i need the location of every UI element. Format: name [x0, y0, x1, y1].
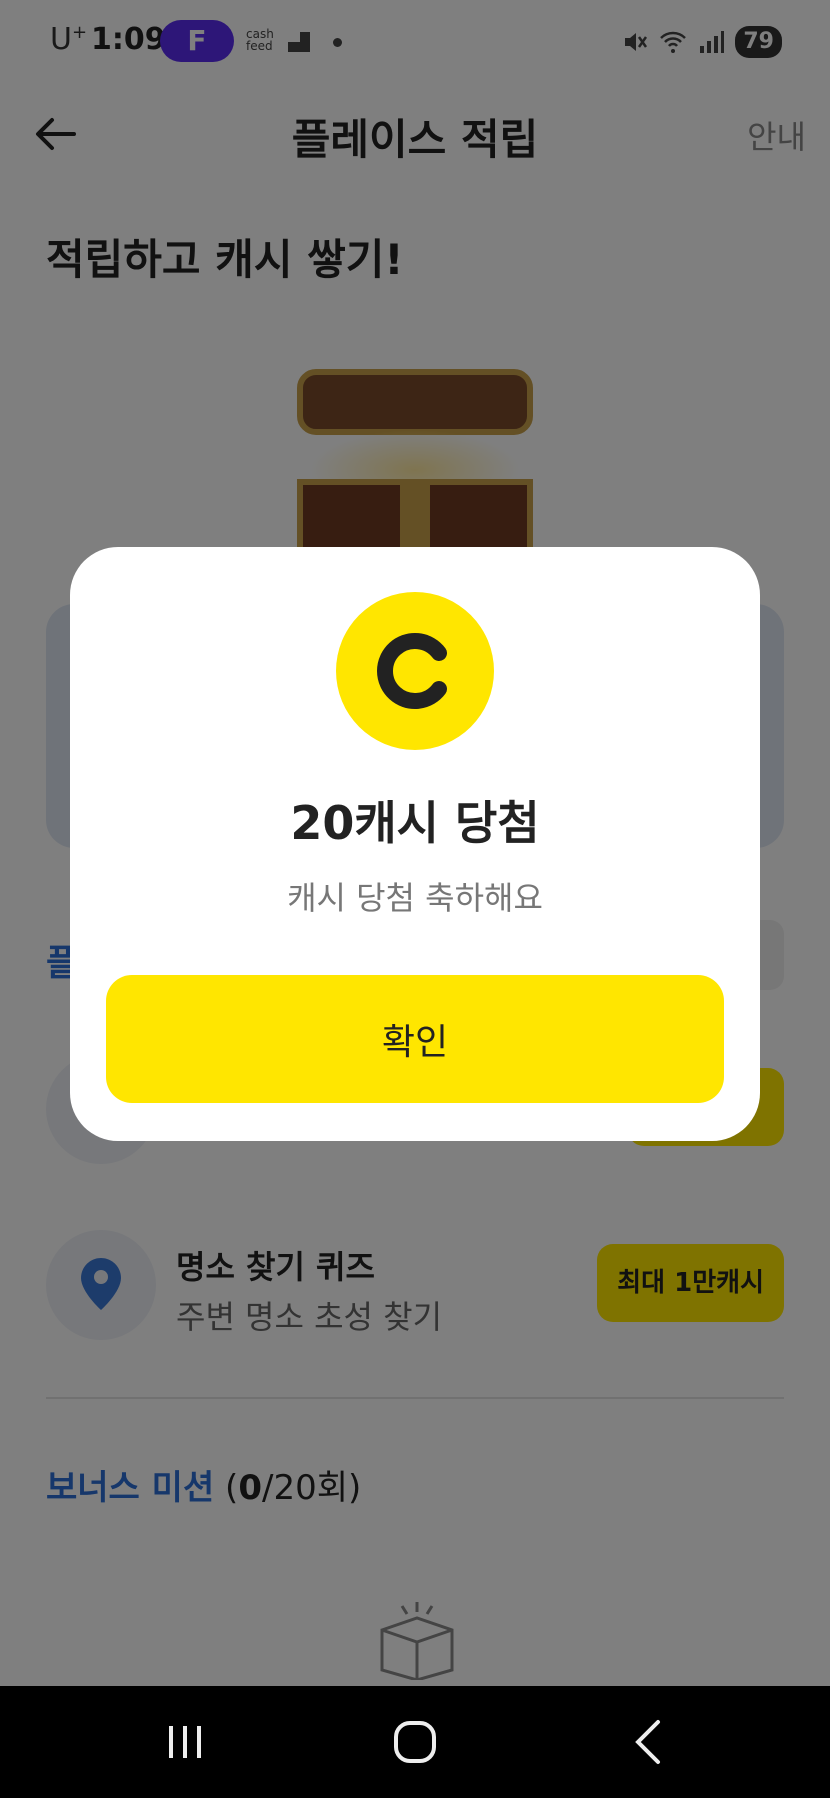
reward-dialog: 20캐시 당첨 캐시 당첨 축하해요 확인 — [70, 547, 760, 1141]
dialog-title: 20캐시 당첨 — [290, 796, 540, 850]
back-icon[interactable] — [620, 1714, 680, 1770]
confirm-button[interactable]: 확인 — [106, 975, 724, 1103]
system-nav-bar — [0, 1686, 830, 1798]
home-icon[interactable] — [385, 1714, 445, 1770]
dialog-subtitle: 캐시 당첨 축하해요 — [287, 879, 543, 917]
recent-apps-icon[interactable] — [155, 1714, 215, 1770]
cash-coin-icon — [336, 592, 494, 750]
cash-c-icon — [377, 633, 447, 709]
